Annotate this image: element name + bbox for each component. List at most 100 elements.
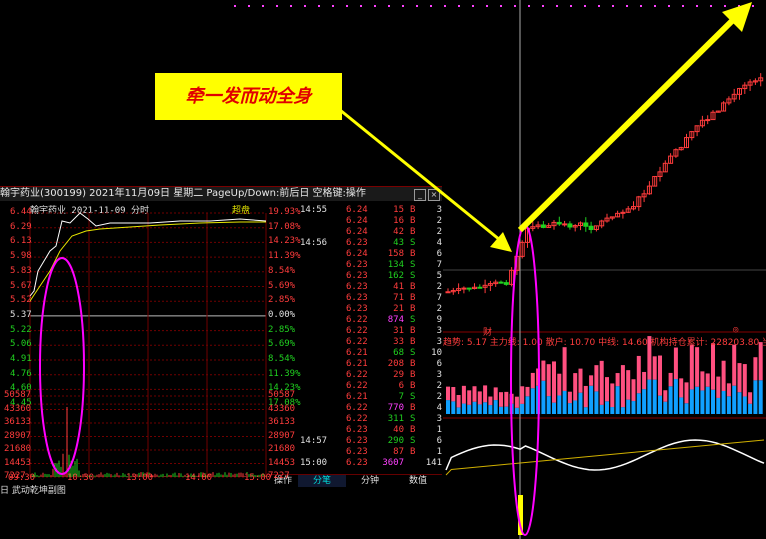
close-icon[interactable]: × xyxy=(428,189,440,201)
trade-row[interactable]: 6.22 6 B 2 xyxy=(300,381,442,392)
time-axis-label: 14:00 xyxy=(185,473,213,483)
trade-row[interactable]: 14:57 6.23 290 S 6 xyxy=(300,436,442,447)
volume-bar xyxy=(504,391,509,407)
intraday-popup-window[interactable]: 翰宇药业(300199) 2021年11月09日 星期二 PageUp/Down… xyxy=(0,186,442,497)
candle-body xyxy=(705,119,711,122)
top-dot xyxy=(388,5,390,7)
volume-bar xyxy=(695,386,700,414)
status-text: 日 武动乾坤副图 xyxy=(0,486,66,496)
volume-bar xyxy=(446,386,450,401)
trade-row[interactable]: 6.23 40 B 1 xyxy=(300,425,442,436)
top-dot xyxy=(710,5,712,7)
trade-v: 31 xyxy=(393,326,404,336)
volume-bar xyxy=(514,396,519,408)
top-dot xyxy=(430,5,432,7)
kline-marker-2: ◎ xyxy=(733,325,739,335)
trade-v: 16 xyxy=(393,216,404,226)
volume-bar xyxy=(525,396,530,414)
trade-row[interactable]: 15:00 6.23 3607 141 xyxy=(300,458,442,469)
trade-row[interactable]: 6.24 42 B 2 xyxy=(300,227,442,238)
volume-bar xyxy=(737,392,742,414)
top-dot xyxy=(318,5,320,7)
volume-bar xyxy=(673,379,678,414)
volume-bar xyxy=(753,380,758,414)
trade-row[interactable]: 6.22 311 S 3 xyxy=(300,414,442,425)
trade-n: 6 xyxy=(436,436,442,446)
volume-bar xyxy=(546,396,551,414)
trade-row[interactable]: 6.21 208 B 6 xyxy=(300,359,442,370)
volume-bar xyxy=(684,382,689,404)
volume-bar xyxy=(493,400,498,414)
volume-bar xyxy=(642,389,647,414)
trade-row[interactable]: 6.23 71 B 7 xyxy=(300,293,442,304)
top-dot xyxy=(402,5,404,7)
top-dot xyxy=(612,5,614,7)
volume-bar xyxy=(520,403,525,414)
top-dot xyxy=(346,5,348,7)
trade-v: 7 xyxy=(398,392,404,402)
percent-axis-label: 17.08% xyxy=(268,221,301,232)
volume-bar xyxy=(658,395,662,414)
trade-v: 770 xyxy=(387,403,404,413)
price-axis-label: 6.29 xyxy=(10,221,32,232)
volume-axis-label: 36133 xyxy=(4,417,32,427)
candle-body xyxy=(588,225,594,231)
price-axis-label: 5.06 xyxy=(10,339,32,350)
trade-row[interactable]: 6.21 68 S 10 xyxy=(300,348,442,359)
trade-row[interactable]: 6.22 874 S 9 xyxy=(300,315,442,326)
volume-bar xyxy=(711,343,715,390)
trade-v: 208 xyxy=(387,359,404,369)
volume-bar xyxy=(573,373,578,401)
trade-v: 162 xyxy=(387,271,404,281)
intraday-chart[interactable] xyxy=(0,201,300,485)
volume-bar xyxy=(673,347,678,380)
trade-ticks-list[interactable]: 14:55 6.24 15 B 3 6.24 16 B 2 6.24 42 B 2 14:56 6.23 43… xyxy=(300,201,442,471)
percent-axis-label: 0.00% xyxy=(268,309,296,320)
trade-n: 2 xyxy=(436,392,442,402)
price-axis-label: 5.37 xyxy=(10,309,32,320)
callout-box: 牵一发而动全身 xyxy=(155,73,342,120)
trade-row[interactable]: 6.22 29 B 3 xyxy=(300,370,442,381)
trade-n: 4 xyxy=(436,238,442,248)
volume-bar xyxy=(578,368,583,393)
trade-row[interactable]: 6.22 31 B 3 xyxy=(300,326,442,337)
trade-row[interactable]: 6.21 7 S 2 xyxy=(300,392,442,403)
trade-row[interactable]: 6.23 162 S 5 xyxy=(300,271,442,282)
volume-axis-label: 14453 xyxy=(4,457,32,468)
volume-bar xyxy=(562,390,567,414)
trade-row[interactable]: 14:55 6.24 15 B 3 xyxy=(300,205,442,216)
top-dot xyxy=(696,5,698,7)
trade-v: 21 xyxy=(393,304,404,314)
trade-row[interactable]: 6.23 134 S 7 xyxy=(300,260,442,271)
volume-axis-label-right: 43360 xyxy=(268,403,296,414)
trade-row[interactable]: 6.24 158 B 6 xyxy=(300,249,442,260)
trade-p: 6.22 xyxy=(346,370,368,380)
trade-p: 6.21 xyxy=(346,348,368,358)
top-dot xyxy=(640,5,642,7)
trade-row[interactable]: 6.23 41 B 2 xyxy=(300,282,442,293)
trade-row[interactable]: 6.23 87 B 1 xyxy=(300,447,442,458)
trade-row[interactable]: 6.22 770 B 4 xyxy=(300,403,442,414)
trade-row[interactable]: 6.24 16 B 2 xyxy=(300,216,442,227)
price-axis-label: 6.44 xyxy=(10,207,32,217)
volume-bar xyxy=(552,402,556,414)
minimize-icon[interactable]: _ xyxy=(414,189,426,201)
trade-row[interactable]: 6.22 33 B 3 xyxy=(300,337,442,348)
volume-bar xyxy=(620,365,625,408)
trade-row[interactable]: 14:56 6.23 43 S 4 xyxy=(300,238,442,249)
candle-body xyxy=(562,223,568,226)
popup-titlebar[interactable]: 翰宇药业(300199) 2021年11月09日 星期二 PageUp/Down… xyxy=(0,187,442,201)
trade-d: B xyxy=(410,370,416,380)
trade-d: B xyxy=(410,381,416,391)
trade-v: 41 xyxy=(393,282,404,292)
volume-bar xyxy=(726,396,731,414)
trade-v: 33 xyxy=(393,337,404,347)
trade-p: 6.22 xyxy=(346,381,368,391)
trade-row[interactable]: 6.23 21 B 2 xyxy=(300,304,442,315)
top-dot xyxy=(668,5,670,7)
top-dot xyxy=(584,5,586,7)
volume-bar xyxy=(467,390,472,405)
price-axis-label: 6.13 xyxy=(10,236,32,247)
volume-axis-label-right: 50587 xyxy=(268,390,296,400)
trade-t: 15:00 xyxy=(300,458,328,468)
